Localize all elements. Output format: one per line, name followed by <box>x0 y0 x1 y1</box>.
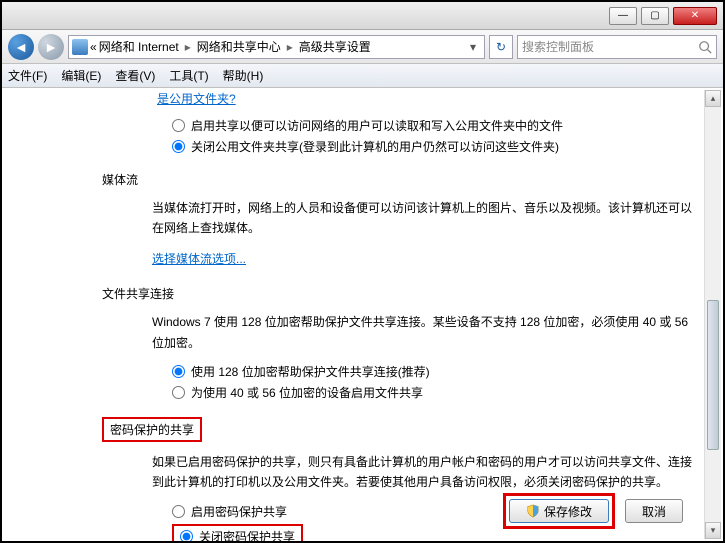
fileshare-description: Windows 7 使用 128 位加密帮助保护文件共享连接。某些设备不支持 1… <box>152 312 701 353</box>
navigation-bar: ◄ ► « 网络和 Internet ▸ 网络和共享中心 ▸ 高级共享设置 ▾ … <box>2 30 723 64</box>
radio-encrypt-40-56[interactable]: 为使用 40 或 56 位加密的设备启用文件共享 <box>172 384 701 401</box>
refresh-button[interactable]: ↻ <box>489 35 513 59</box>
scroll-down-button[interactable]: ▾ <box>705 522 721 539</box>
chevron-right-icon[interactable]: ▸ <box>283 40 297 54</box>
window-titlebar: — ▢ ✕ <box>2 2 723 30</box>
bc-seg-advanced[interactable]: 高级共享设置 <box>299 38 371 55</box>
radio-label: 关闭密码保护共享 <box>199 528 295 541</box>
bc-prefix: « <box>90 40 97 54</box>
menu-help[interactable]: 帮助(H) <box>223 67 264 84</box>
search-placeholder: 搜索控制面板 <box>522 38 594 55</box>
bc-seg-sharing-center[interactable]: 网络和共享中心 <box>197 38 281 55</box>
button-label: 保存修改 <box>544 503 592 520</box>
shield-icon <box>526 504 540 518</box>
breadcrumb[interactable]: « 网络和 Internet ▸ 网络和共享中心 ▸ 高级共享设置 ▾ <box>68 35 485 59</box>
save-button[interactable]: 保存修改 <box>509 499 609 523</box>
cancel-button[interactable]: 取消 <box>625 499 683 523</box>
radio-label: 启用密码保护共享 <box>191 503 287 520</box>
radio-password-disable[interactable]: 关闭密码保护共享 <box>180 528 295 541</box>
menu-tools[interactable]: 工具(T) <box>169 67 208 84</box>
radio-input[interactable] <box>172 386 185 399</box>
dialog-buttons: 保存修改 取消 <box>503 493 683 529</box>
radio-encrypt-128[interactable]: 使用 128 位加密帮助保护文件共享连接(推荐) <box>172 363 701 380</box>
radio-label: 关闭公用文件夹共享(登录到此计算机的用户仍然可以访问这些文件夹) <box>191 138 559 155</box>
content-pane: 是公用文件夹? 启用共享以便可以访问网络的用户可以读取和写入公用文件夹中的文件 … <box>2 90 723 541</box>
radio-input[interactable] <box>180 530 193 541</box>
radio-public-disable[interactable]: 关闭公用文件夹共享(登录到此计算机的用户仍然可以访问这些文件夹) <box>172 138 701 155</box>
radio-input[interactable] <box>172 119 185 132</box>
radio-label: 使用 128 位加密帮助保护文件共享连接(推荐) <box>191 363 430 380</box>
radio-label: 启用共享以便可以访问网络的用户可以读取和写入公用文件夹中的文件 <box>191 117 563 134</box>
radio-input[interactable] <box>172 140 185 153</box>
highlight-annotation: 保存修改 <box>503 493 615 529</box>
media-options-link[interactable]: 选择媒体流选项... <box>152 252 246 266</box>
search-icon <box>698 40 712 54</box>
bc-seg-network[interactable]: 网络和 Internet <box>99 38 179 55</box>
password-description: 如果已启用密码保护的共享，则只有具备此计算机的用户帐户和密码的用户才可以访问共享… <box>152 452 701 493</box>
media-description: 当媒体流打开时，网络上的人员和设备便可以访问该计算机上的图片、音乐以及视频。该计… <box>152 198 701 239</box>
scroll-up-button[interactable]: ▴ <box>705 90 721 107</box>
public-folder-link[interactable]: 是公用文件夹? <box>157 92 236 106</box>
maximize-button[interactable]: ▢ <box>641 7 669 25</box>
menu-view[interactable]: 查看(V) <box>115 67 155 84</box>
minimize-button[interactable]: — <box>609 7 637 25</box>
chevron-right-icon[interactable]: ▸ <box>181 40 195 54</box>
radio-input[interactable] <box>172 505 185 518</box>
highlight-annotation: 密码保护的共享 <box>102 417 202 442</box>
scroll-thumb[interactable] <box>707 300 719 450</box>
section-media-heading: 媒体流 <box>102 171 701 188</box>
section-password-heading: 密码保护的共享 <box>102 417 701 442</box>
close-button[interactable]: ✕ <box>673 7 717 25</box>
back-button[interactable]: ◄ <box>8 34 34 60</box>
section-fileshare-heading: 文件共享连接 <box>102 285 701 302</box>
search-input[interactable]: 搜索控制面板 <box>517 35 717 59</box>
radio-label: 为使用 40 或 56 位加密的设备启用文件共享 <box>191 384 423 401</box>
vertical-scrollbar[interactable]: ▴ ▾ <box>704 90 721 539</box>
highlight-annotation: 关闭密码保护共享 <box>172 524 303 541</box>
location-icon <box>72 39 88 55</box>
radio-public-enable[interactable]: 启用共享以便可以访问网络的用户可以读取和写入公用文件夹中的文件 <box>172 117 701 134</box>
forward-button[interactable]: ► <box>38 34 64 60</box>
button-label: 取消 <box>642 503 666 520</box>
menu-edit[interactable]: 编辑(E) <box>61 67 101 84</box>
radio-input[interactable] <box>172 365 185 378</box>
menu-file[interactable]: 文件(F) <box>8 67 47 84</box>
menu-bar: 文件(F) 编辑(E) 查看(V) 工具(T) 帮助(H) <box>2 64 723 88</box>
breadcrumb-dropdown-icon[interactable]: ▾ <box>465 40 481 54</box>
